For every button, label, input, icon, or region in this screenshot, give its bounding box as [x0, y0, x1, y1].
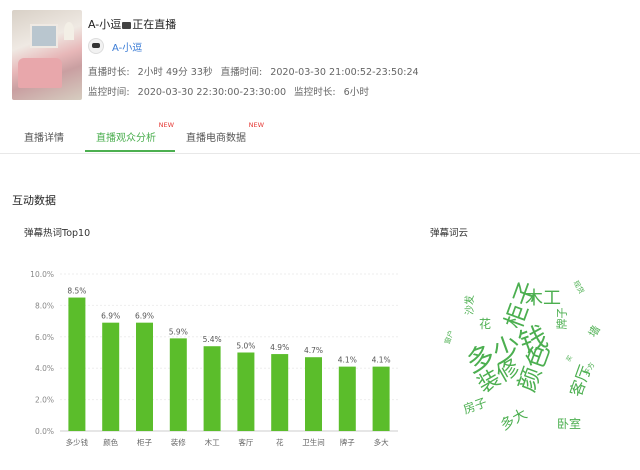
bar — [136, 322, 153, 431]
word-cloud-word: 花 — [479, 317, 492, 331]
bar-value-label: 5.9% — [169, 327, 188, 336]
y-tick-label: 4.0% — [35, 364, 54, 373]
word-cloud-word: 沙发 — [465, 295, 476, 315]
y-tick-label: 8.0% — [35, 301, 54, 310]
bar — [372, 366, 390, 431]
word-cloud-word: 木工 — [525, 288, 561, 309]
bar — [338, 366, 356, 431]
bar-value-label: 5.4% — [203, 335, 222, 344]
word-cloud-word: 多大 — [497, 406, 531, 434]
bar-value-label: 6.9% — [101, 312, 120, 321]
bar — [169, 338, 187, 431]
x-tick-label: 牌子 — [340, 437, 355, 447]
bar — [237, 352, 255, 431]
word-cloud: 多少钱 柜子 颜色 装修 木工 客厅 多大 房子 卧室 牌子花沙发墙平方 现货 窗户买 — [443, 278, 605, 458]
x-tick-label: 多少钱 — [66, 437, 89, 447]
word-cloud-word: 墙 — [586, 323, 603, 340]
bar — [102, 322, 120, 431]
y-tick-label: 0.0% — [35, 427, 54, 436]
word-cloud-word: 现货 — [571, 279, 586, 296]
bar — [203, 346, 221, 431]
bar-value-label: 4.1% — [372, 356, 391, 365]
bar-value-label: 6.9% — [135, 312, 154, 321]
bar — [271, 354, 289, 431]
x-tick-label: 花 — [276, 437, 284, 447]
y-tick-label: 6.0% — [35, 333, 54, 342]
bar — [68, 297, 86, 431]
x-tick-label: 装修 — [171, 437, 186, 447]
x-tick-label: 木工 — [205, 437, 220, 447]
x-tick-label: 柜子 — [137, 437, 152, 447]
bar — [305, 357, 322, 431]
y-tick-label: 2.0% — [35, 396, 54, 405]
word-cloud-word: 卧室 — [557, 417, 582, 431]
bar-value-label: 4.7% — [304, 346, 323, 355]
bar-value-label: 4.1% — [338, 356, 357, 365]
x-tick-label: 多大 — [374, 437, 389, 447]
x-tick-label: 卫生间 — [302, 437, 325, 447]
word-cloud-word: 牌子 — [555, 307, 569, 330]
word-cloud-word: 房子 — [461, 395, 489, 417]
bar-value-label: 4.9% — [270, 343, 289, 352]
x-tick-label: 颜色 — [103, 437, 118, 447]
word-cloud-word: 买 — [565, 354, 575, 364]
bar-value-label: 5.0% — [236, 342, 255, 351]
y-tick-label: 10.0% — [30, 270, 54, 279]
x-tick-label: 客厅 — [238, 437, 253, 447]
bar-value-label: 8.5% — [67, 287, 86, 296]
